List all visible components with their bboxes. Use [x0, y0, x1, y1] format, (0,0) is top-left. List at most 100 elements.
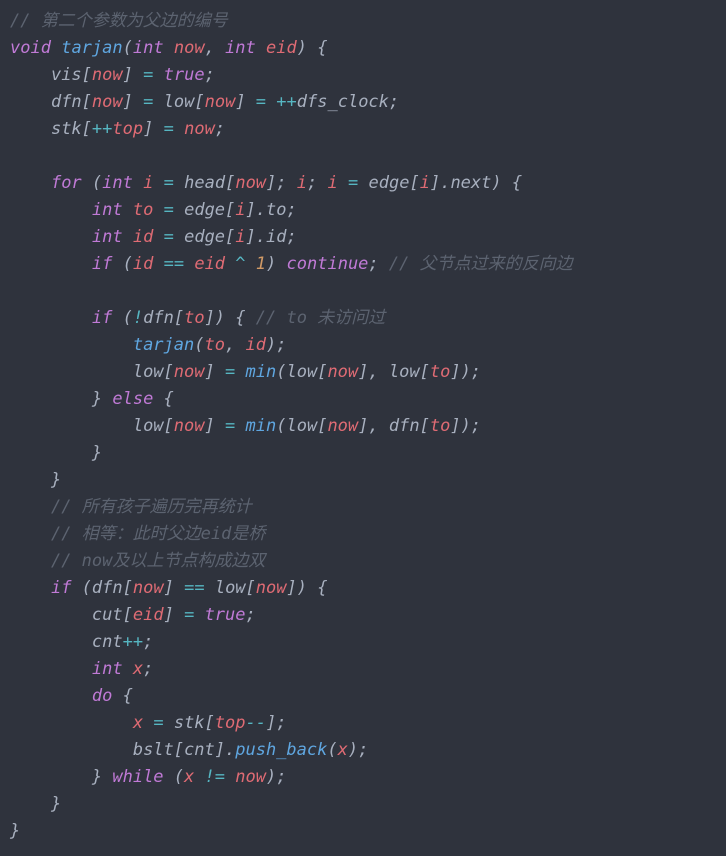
code-token: != — [205, 767, 225, 787]
code-token: ++ — [92, 119, 112, 139]
code-token: [ — [225, 227, 235, 247]
code-token: eid — [133, 605, 164, 625]
code-token — [338, 173, 348, 193]
code-token — [10, 173, 51, 193]
code-token: [ — [123, 578, 133, 598]
code-token: if — [92, 308, 112, 328]
code-token — [266, 92, 276, 112]
code-token — [164, 713, 174, 733]
code-token: low — [389, 362, 420, 382]
code-token — [10, 524, 51, 544]
code-token: ; — [246, 605, 256, 625]
code-token: [ — [317, 416, 327, 436]
code-token: now — [327, 362, 358, 382]
code-token — [174, 227, 184, 247]
code-token: ( — [123, 38, 133, 58]
code-token — [10, 686, 92, 706]
code-token: void — [10, 38, 51, 58]
code-token: now — [256, 578, 287, 598]
code-token: if — [51, 578, 71, 598]
code-token: ]); — [450, 362, 481, 382]
code-token: int — [102, 173, 133, 193]
code-token: = — [164, 173, 174, 193]
code-token: // 所有孩子遍历完再统计 — [51, 497, 252, 517]
code-token: { — [153, 389, 173, 409]
code-token — [194, 767, 204, 787]
code-token — [10, 551, 51, 571]
code-token — [10, 119, 51, 139]
code-token: ( — [276, 362, 286, 382]
code-token: ; — [205, 65, 215, 85]
code-token: ! — [133, 308, 143, 328]
code-token — [153, 200, 163, 220]
code-token: top — [215, 713, 246, 733]
code-token: ( — [112, 254, 132, 274]
code-token: ], — [358, 362, 389, 382]
code-token: } — [10, 767, 112, 787]
code-token: = — [225, 416, 235, 436]
code-token: i — [420, 173, 430, 193]
code-token: [ — [174, 308, 184, 328]
code-token: = — [143, 92, 153, 112]
code-token: ( — [276, 416, 286, 436]
code-token: eid — [266, 38, 297, 58]
code-token — [10, 92, 51, 112]
code-token: = — [164, 119, 174, 139]
code-token: tarjan — [133, 335, 194, 355]
code-token: bslt — [133, 740, 174, 760]
code-token: ] — [123, 92, 143, 112]
code-token: id — [245, 335, 265, 355]
code-token — [10, 200, 92, 220]
code-token — [153, 92, 163, 112]
code-token: ]. — [246, 200, 266, 220]
code-token — [225, 767, 235, 787]
code-token — [10, 335, 133, 355]
code-token: ] — [164, 605, 184, 625]
code-token: [ — [164, 362, 174, 382]
code-token — [153, 173, 163, 193]
code-token: id — [133, 254, 153, 274]
code-token: ; — [307, 173, 327, 193]
code-token: [ — [82, 92, 92, 112]
code-token: [ — [123, 605, 133, 625]
code-token — [10, 254, 92, 274]
code-token — [10, 362, 133, 382]
code-token: ( — [164, 767, 184, 787]
code-token: ; — [368, 254, 388, 274]
code-token — [358, 173, 368, 193]
code-token — [153, 65, 163, 85]
code-token: low — [286, 362, 317, 382]
code-token: now — [205, 92, 236, 112]
code-token — [10, 578, 51, 598]
code-token — [184, 254, 194, 274]
code-token — [256, 38, 266, 58]
code-token — [246, 254, 256, 274]
code-token: = — [143, 65, 153, 85]
code-snippet: // 第二个参数为父边的编号 void tarjan(int now, int … — [0, 0, 726, 853]
code-token: i — [143, 173, 153, 193]
code-token: int — [92, 227, 123, 247]
code-token: cnt — [92, 632, 123, 652]
code-token: ; — [143, 632, 153, 652]
code-token: [ — [194, 92, 204, 112]
code-token: edge — [184, 227, 225, 247]
code-token: = — [164, 200, 174, 220]
code-token: = — [225, 362, 235, 382]
code-token: stk — [51, 119, 82, 139]
code-token: = — [164, 227, 174, 247]
code-token: to — [184, 308, 204, 328]
code-token: { — [112, 686, 132, 706]
code-token: now — [133, 578, 164, 598]
code-token: } — [10, 443, 102, 463]
code-token — [10, 416, 133, 436]
code-token: [ — [420, 362, 430, 382]
code-token: , — [225, 335, 245, 355]
code-token: to — [205, 335, 225, 355]
code-token: -- — [246, 713, 266, 733]
code-token: [ — [164, 416, 174, 436]
code-token: ]) { — [205, 308, 256, 328]
code-token: ], — [358, 416, 389, 436]
code-token: ]; — [266, 713, 286, 733]
code-token: i — [297, 173, 307, 193]
code-token: edge — [184, 200, 225, 220]
